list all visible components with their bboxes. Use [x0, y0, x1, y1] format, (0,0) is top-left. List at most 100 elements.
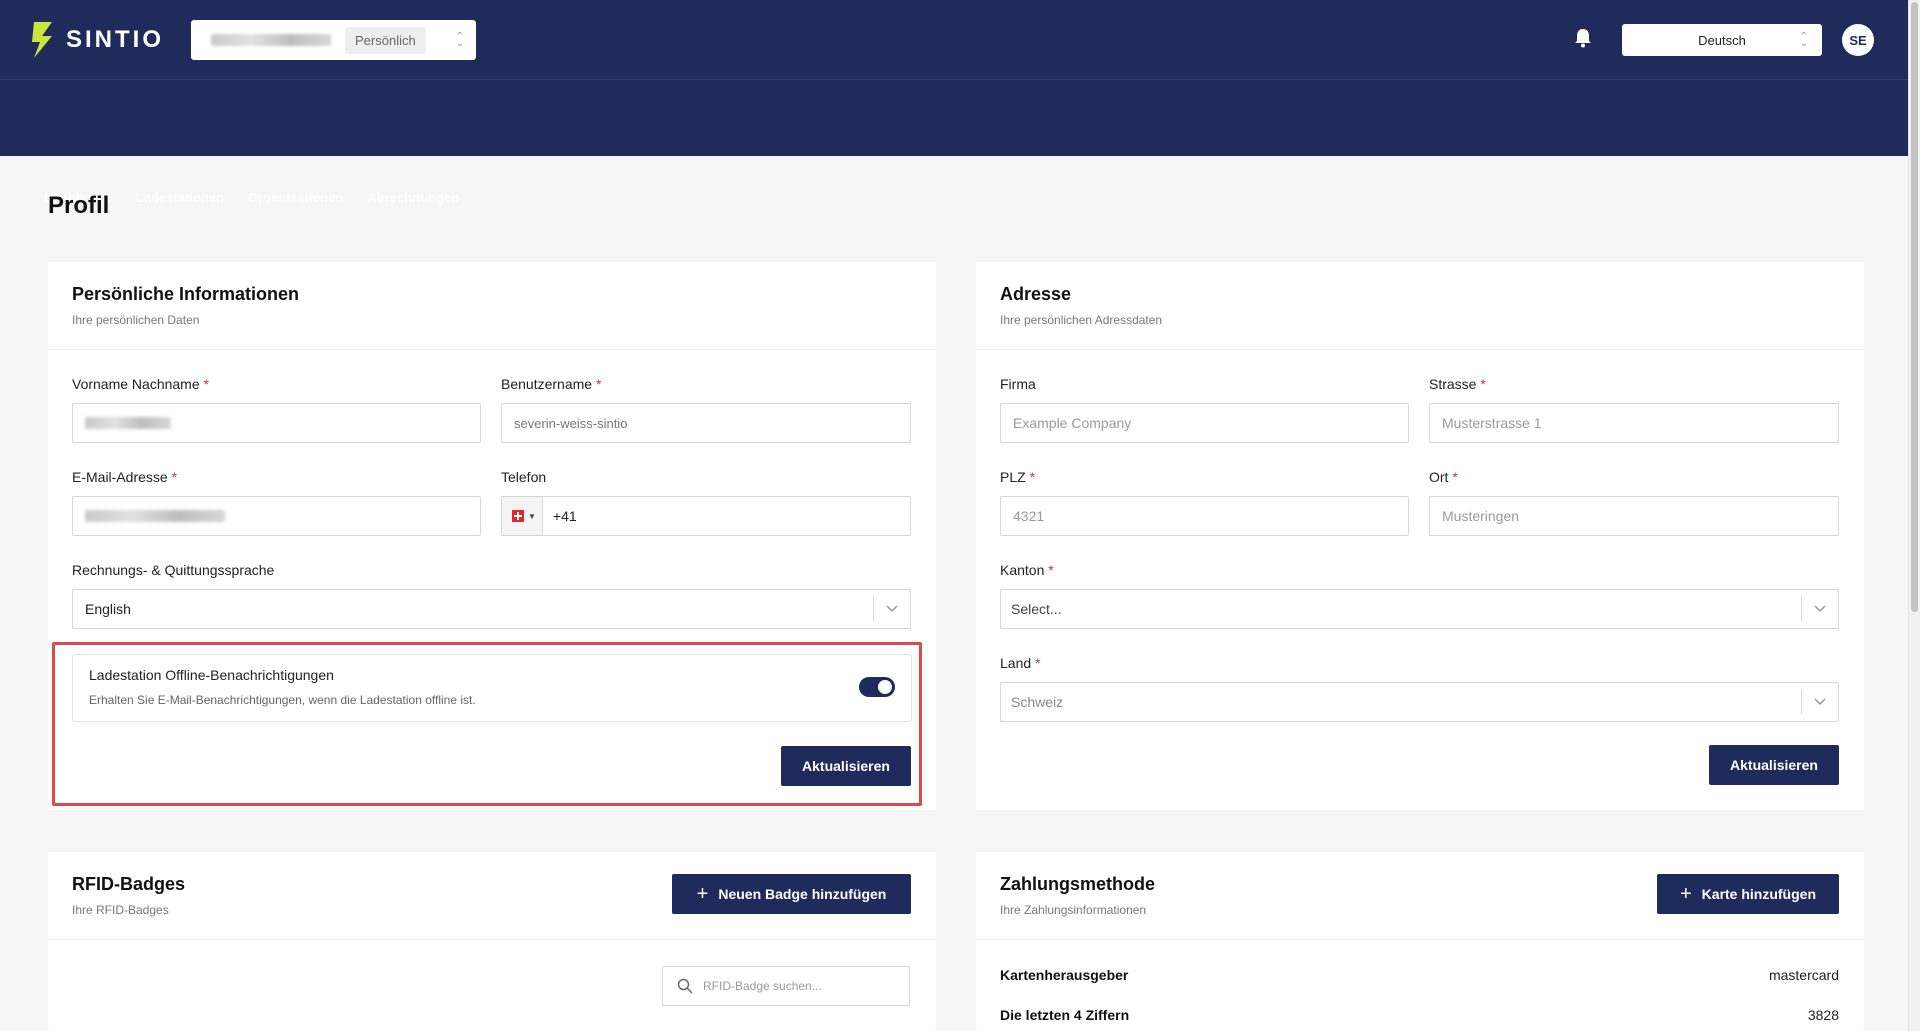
card-issuer-value: mastercard — [1768, 967, 1839, 983]
zip-placeholder: 4321 — [1013, 508, 1045, 524]
country-label: Land — [1000, 655, 1032, 671]
organization-select[interactable]: Persönlich ⌃ ⌄ — [191, 20, 476, 60]
phone-field: Telefon ▼ +41 — [501, 469, 911, 536]
sintio-bolt-icon — [32, 22, 52, 58]
company-placeholder: Example Company — [1013, 415, 1132, 431]
card-last4-value: 3828 — [1807, 1007, 1839, 1023]
rfid-search-placeholder: RFID-Badge suchen... — [703, 979, 822, 993]
rfid-search-input[interactable]: RFID-Badge suchen... — [662, 966, 910, 1006]
scrollbar-thumb[interactable] — [1911, 2, 1918, 612]
page-scrollbar[interactable] — [1908, 0, 1920, 1031]
plus-icon: + — [696, 882, 709, 905]
organization-type-tag: Persönlich — [345, 26, 426, 54]
username-field: Benutzername * severin-weiss-sintio — [501, 376, 911, 443]
logo[interactable]: SINTIO — [30, 20, 164, 60]
zip-label: PLZ — [1000, 469, 1026, 485]
name-label: Vorname Nachname — [72, 376, 200, 392]
plus-icon: + — [1679, 882, 1692, 905]
card-issuer-label: Kartenherausgeber — [1000, 967, 1129, 983]
canton-value: Select... — [1011, 601, 1062, 617]
chevron-down-icon — [1801, 597, 1838, 621]
personal-info-title: Persönliche Informationen — [72, 284, 300, 304]
invoice-language-select[interactable]: English — [72, 589, 911, 629]
username-input[interactable]: severin-weiss-sintio — [501, 403, 911, 443]
personal-info-subtitle: Ihre persönlichen Daten — [72, 313, 200, 327]
company-field: Firma Example Company — [1000, 376, 1409, 443]
required-marker: * — [1452, 469, 1458, 485]
street-placeholder: Musterstrasse 1 — [1442, 415, 1542, 431]
page-title: Profil — [48, 192, 110, 219]
required-marker: * — [1480, 376, 1486, 392]
nav-item-abrechnungen[interactable]: Abrechnungen — [367, 190, 459, 205]
phone-value: +41 — [552, 508, 577, 524]
zip-field: PLZ * 4321 — [1000, 469, 1409, 536]
email-value-redacted — [85, 510, 225, 522]
email-field: E-Mail-Adresse * — [72, 469, 481, 536]
required-marker: * — [595, 376, 602, 392]
company-input[interactable]: Example Company — [1000, 403, 1409, 443]
notifications-bell-icon[interactable] — [1574, 28, 1592, 52]
sort-arrows-icon: ⌃ ⌄ — [1799, 31, 1808, 49]
invoice-language-label: Rechnungs- & Quittungssprache — [72, 562, 275, 578]
invoice-language-value: English — [85, 601, 131, 617]
name-input[interactable] — [72, 403, 481, 443]
search-icon — [677, 978, 693, 994]
avatar[interactable]: SE — [1842, 24, 1874, 56]
city-placeholder: Musteringen — [1442, 508, 1520, 524]
swiss-flag-icon — [512, 510, 524, 522]
name-field: Vorname Nachname * — [72, 376, 481, 443]
country-code-select[interactable]: ▼ — [502, 497, 543, 535]
caret-down-icon: ▼ — [528, 511, 536, 521]
add-badge-label: Neuen Badge hinzufügen — [718, 886, 887, 902]
chevron-down-icon — [873, 597, 910, 621]
canton-field: Kanton * Select... — [1000, 562, 1839, 629]
language-select[interactable]: Deutsch ⌃ ⌄ — [1622, 24, 1822, 56]
address-update-button[interactable]: Aktualisieren — [1709, 745, 1839, 785]
required-marker: * — [1035, 655, 1041, 671]
add-badge-button[interactable]: + Neuen Badge hinzufügen — [672, 874, 911, 914]
card-last4-label: Die letzten 4 Ziffern — [1000, 1007, 1130, 1023]
top-bar: SINTIO Persönlich ⌃ ⌄ Deutsch ⌃ ⌄ SE — [0, 0, 1908, 80]
street-field: Strasse * Musterstrasse 1 — [1429, 376, 1839, 443]
phone-input[interactable]: ▼ +41 — [501, 496, 911, 536]
required-marker: * — [203, 376, 209, 392]
logo-text: SINTIO — [66, 26, 165, 53]
zip-input[interactable]: 4321 — [1000, 496, 1409, 536]
email-label: E-Mail-Adresse — [72, 469, 168, 485]
country-value: Schweiz — [1011, 694, 1064, 710]
sort-arrows-icon: ⌃ ⌄ — [455, 31, 464, 49]
country-select[interactable]: Schweiz — [1000, 682, 1839, 722]
required-marker: * — [1029, 469, 1036, 485]
chevron-down-icon — [1801, 690, 1838, 714]
address-subtitle: Ihre persönlichen Adressdaten — [1000, 313, 1163, 327]
language-select-value: Deutsch — [1698, 32, 1746, 48]
nav-item-ladestationen[interactable]: Ladestationen — [136, 190, 224, 205]
required-marker: * — [171, 469, 178, 485]
organization-name-redacted — [211, 34, 331, 46]
required-marker: * — [1048, 562, 1054, 578]
add-card-label: Karte hinzufügen — [1701, 886, 1817, 902]
card-issuer-row: Kartenherausgeber mastercard — [1000, 967, 1839, 983]
canton-select[interactable]: Select... — [1000, 589, 1839, 629]
address-title: Adresse — [1000, 284, 1072, 304]
main-navigation: Dashboard Ladestationen Organisationen A… — [0, 80, 1908, 205]
city-label: Ort — [1429, 469, 1449, 485]
highlight-box — [52, 642, 922, 806]
canton-label: Kanton — [1000, 562, 1045, 578]
address-card: Adresse Ihre persönlichen Adressdaten — [976, 262, 1864, 810]
username-value: severin-weiss-sintio — [514, 415, 628, 431]
street-label: Strasse — [1429, 376, 1477, 392]
phone-label: Telefon — [501, 469, 547, 485]
company-label: Firma — [1000, 376, 1036, 392]
add-card-button[interactable]: + Karte hinzufügen — [1657, 874, 1839, 914]
card-last4-row: Die letzten 4 Ziffern 3828 — [1000, 1007, 1839, 1023]
name-value-redacted — [85, 417, 171, 429]
city-input[interactable]: Musteringen — [1429, 496, 1839, 536]
country-field: Land * Schweiz — [1000, 655, 1839, 722]
email-input[interactable] — [72, 496, 481, 536]
street-input[interactable]: Musterstrasse 1 — [1429, 403, 1839, 443]
nav-item-organisationen[interactable]: Organisationen — [248, 190, 343, 205]
invoice-language-field: Rechnungs- & Quittungssprache English — [72, 562, 911, 629]
username-label: Benutzername — [501, 376, 593, 392]
city-field: Ort * Musteringen — [1429, 469, 1839, 536]
